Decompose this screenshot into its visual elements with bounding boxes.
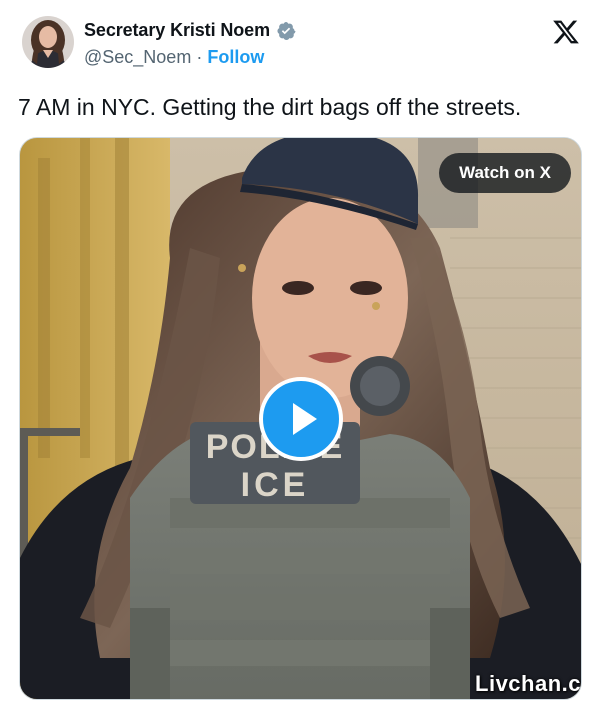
author-names: Secretary Kristi Noem @Sec_Noem · Follow [84,20,296,68]
play-icon [293,403,317,435]
x-logo-icon[interactable] [552,18,580,46]
watermark: Livchan.c [475,671,581,696]
play-button[interactable] [259,377,343,461]
tweet-card: Secretary Kristi Noem @Sec_Noem · Follow… [0,0,598,703]
avatar[interactable] [22,16,74,68]
handle-separator: · [196,47,203,67]
author-handle[interactable]: @Sec_Noem [84,47,191,67]
vest-patch-line2: ICE [241,466,310,504]
author-display-name[interactable]: Secretary Kristi Noem [84,20,270,41]
video-player[interactable]: POLICE ICE Watch on X Livchan.c [19,137,582,700]
watch-on-x-button[interactable]: Watch on X [439,153,571,193]
verified-badge-icon [276,21,296,41]
tweet-header: Secretary Kristi Noem @Sec_Noem · Follow [22,14,580,78]
follow-button[interactable]: Follow [207,47,264,67]
tweet-text: 7 AM in NYC. Getting the dirt bags off t… [18,94,522,120]
